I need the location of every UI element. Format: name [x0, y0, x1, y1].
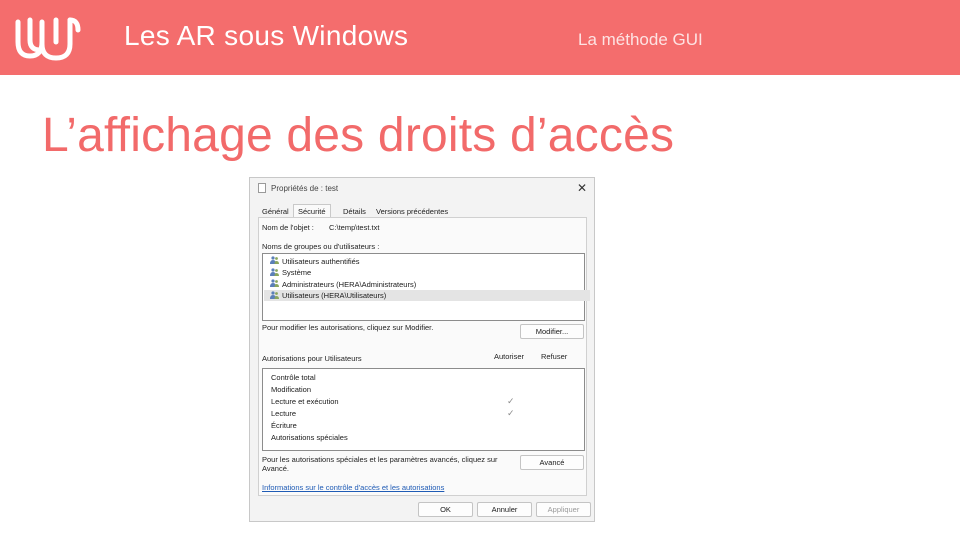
- check-icon: ✓: [507, 408, 515, 418]
- advanced-hint-line1: Pour les autorisations spéciales et les …: [262, 455, 498, 464]
- logo-icon: [15, 17, 81, 61]
- tab-previous-versions[interactable]: Versions précédentes: [373, 206, 451, 217]
- advanced-button[interactable]: Avancé: [520, 455, 584, 470]
- group-label: Utilisateurs (HERA\Utilisateurs): [282, 291, 387, 300]
- slide-title: L’affichage des droits d’accès: [42, 109, 675, 162]
- permissions-listbox: Contrôle total Modification Lecture et e…: [262, 368, 585, 451]
- apply-button[interactable]: Appliquer: [536, 502, 591, 517]
- document-icon: [258, 183, 266, 193]
- group-label: Utilisateurs authentifiés: [282, 256, 360, 266]
- group-label: Administrateurs (HERA\Administrateurs): [282, 279, 417, 289]
- permission-label: Lecture et exécution: [271, 397, 339, 406]
- permission-label: Lecture: [271, 409, 297, 418]
- tab-general[interactable]: Général: [259, 206, 292, 217]
- modify-hint: Pour modifier les autorisations, cliquez…: [262, 323, 434, 332]
- list-item-selected[interactable]: Utilisateurs (HERA\Utilisateurs): [264, 289, 590, 301]
- object-name-value: C:\temp\test.txt: [329, 223, 380, 232]
- users-icon: [270, 290, 279, 299]
- users-icon: [270, 279, 279, 287]
- properties-dialog: Propriétés de : test ✕ Général Sécurité …: [249, 177, 595, 522]
- allow-column-header: Autoriser: [494, 352, 525, 361]
- object-name-label: Nom de l'objet :: [262, 223, 314, 232]
- header-title: Les AR sous Windows: [124, 20, 409, 51]
- groups-label: Noms de groupes ou d'utilisateurs :: [262, 242, 380, 251]
- permission-label: Autorisations spéciales: [271, 433, 348, 442]
- check-icon: ✓: [507, 396, 515, 406]
- advanced-hint-line2: Avancé.: [262, 464, 289, 473]
- cancel-button[interactable]: Annuler: [477, 502, 532, 517]
- list-item[interactable]: Administrateurs (HERA\Administrateurs): [264, 278, 590, 289]
- permission-label: Écriture: [271, 421, 297, 430]
- security-panel: Nom de l'objet : C:\temp\test.txt Noms d…: [258, 217, 590, 496]
- deny-column-header: Refuser: [541, 352, 568, 361]
- permission-label: Contrôle total: [271, 373, 316, 382]
- dialog-title: Propriétés de : test: [271, 184, 339, 193]
- slide-header: Les AR sous Windows La méthode GUI: [0, 0, 960, 75]
- ok-button[interactable]: OK: [418, 502, 473, 517]
- info-link[interactable]: Informations sur le contrôle d'accès et …: [262, 483, 444, 492]
- tab-security[interactable]: Sécurité: [293, 204, 331, 218]
- modify-button[interactable]: Modifier...: [520, 324, 584, 339]
- permissions-label: Autorisations pour Utilisateurs: [262, 354, 362, 363]
- tab-details[interactable]: Détails: [340, 206, 369, 217]
- list-item[interactable]: Système: [264, 267, 590, 278]
- users-icon: [270, 256, 279, 264]
- header-subtitle: La méthode GUI: [578, 30, 703, 49]
- permission-label: Modification: [271, 385, 312, 394]
- dialog-titlebar[interactable]: Propriétés de : test ✕: [250, 178, 594, 198]
- groups-listbox[interactable]: Utilisateurs authentifiés Système Admini…: [262, 253, 590, 321]
- close-icon[interactable]: ✕: [577, 181, 587, 195]
- list-item[interactable]: Utilisateurs authentifiés: [264, 255, 590, 266]
- users-icon: [270, 267, 279, 276]
- group-label: Système: [282, 268, 312, 277]
